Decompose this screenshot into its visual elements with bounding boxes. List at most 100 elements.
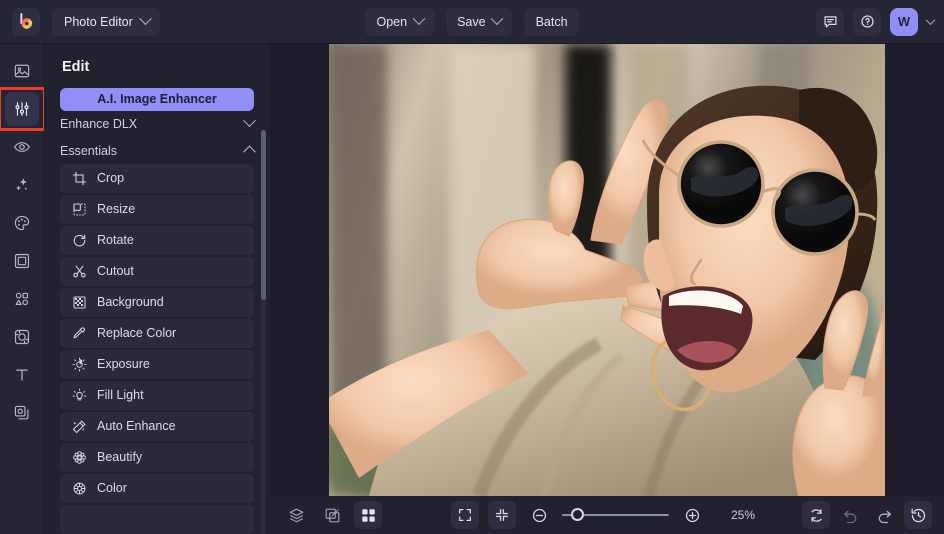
avatar-initial: W (898, 14, 910, 29)
text-icon (13, 366, 31, 384)
ai-image-enhancer-button[interactable]: A.I. Image Enhancer (60, 88, 254, 111)
resize-icon (72, 202, 87, 217)
zoom-slider-handle[interactable] (571, 508, 584, 521)
edited-photo[interactable] (329, 44, 885, 496)
image-canvas[interactable] (270, 44, 944, 496)
fit-screen-icon (494, 507, 510, 523)
sidebar-item-crop[interactable]: Crop (60, 164, 254, 193)
avatar[interactable]: W (890, 8, 918, 36)
app-menu-label: Photo Editor (64, 15, 133, 29)
fit-screen-button[interactable] (488, 501, 516, 529)
zoom-out-icon (531, 507, 548, 524)
sidebar-item-label: Resize (97, 202, 135, 216)
canvas-area: 25% (270, 44, 944, 534)
sidebar-item-replace-color[interactable]: Replace Color (60, 319, 254, 348)
rotate-icon (72, 233, 87, 248)
scissors-icon (72, 264, 87, 279)
chevron-down-icon (491, 12, 504, 25)
bottom-toolbar: 25% (270, 496, 944, 534)
chevron-down-icon (139, 12, 152, 25)
rail-item-overlays[interactable] (5, 320, 39, 354)
page-title: Edit (62, 59, 270, 75)
rail-item-artsy[interactable] (5, 206, 39, 240)
zoom-slider-track[interactable] (562, 514, 669, 516)
photo-editor-app: Photo Editor Open Save Batch (0, 0, 944, 534)
rail-item-image[interactable] (5, 54, 39, 88)
sidebar-scrollbar-thumb[interactable] (261, 130, 266, 300)
undo-button[interactable] (836, 501, 864, 529)
sidebar-item-background[interactable]: Background (60, 288, 254, 317)
crop-icon (72, 171, 87, 186)
help-button[interactable] (853, 8, 881, 36)
sidebar-item-color[interactable]: Color (60, 474, 254, 503)
compare-button[interactable] (318, 501, 346, 529)
app-menu-button[interactable]: Photo Editor (52, 8, 160, 36)
save-button[interactable]: Save (446, 8, 513, 36)
sidebar-item-label: Replace Color (97, 326, 176, 340)
history-controls (802, 501, 932, 529)
sidebar-item-exposure[interactable]: Exposure (60, 350, 254, 379)
sidebar-item-partial[interactable] (60, 505, 254, 534)
top-bar: Photo Editor Open Save Batch (0, 0, 944, 44)
section-enhance-dlx-label: Enhance DLX (60, 117, 137, 131)
batch-button[interactable]: Batch (525, 8, 579, 36)
flower-icon (72, 450, 87, 465)
exposure-icon (72, 357, 87, 372)
open-label: Open (376, 15, 407, 29)
sidebar-item-auto-enhance[interactable]: Auto Enhance (60, 412, 254, 441)
sidebar-item-fill-light[interactable]: Fill Light (60, 381, 254, 410)
rail-item-retouch[interactable] (5, 130, 39, 164)
eyedropper-icon (72, 326, 87, 341)
account-chevron-down-icon[interactable] (926, 15, 936, 25)
sidebar-item-label: Fill Light (97, 388, 144, 402)
fullscreen-button[interactable] (451, 501, 479, 529)
compare-icon (324, 507, 341, 524)
grid-button[interactable] (354, 501, 382, 529)
batch-label: Batch (536, 15, 568, 29)
sidebar-item-label: Color (97, 481, 127, 495)
sidebar-item-resize[interactable]: Resize (60, 195, 254, 224)
rail-item-effects[interactable] (5, 168, 39, 202)
sidebar-item-label: Auto Enhance (97, 419, 176, 433)
sidebar-item-rotate[interactable]: Rotate (60, 226, 254, 255)
frame-icon (13, 252, 31, 270)
befunky-logo[interactable] (12, 8, 40, 36)
section-essentials-label: Essentials (60, 144, 117, 158)
history-icon (910, 507, 927, 524)
image-icon (13, 62, 31, 80)
shapes-icon (13, 290, 31, 308)
rail-item-layers[interactable] (5, 396, 39, 430)
rail-item-edit[interactable] (5, 92, 39, 126)
reset-button[interactable] (802, 501, 830, 529)
save-label: Save (457, 15, 486, 29)
zoom-out-button[interactable] (525, 501, 553, 529)
magic-wand-icon (72, 419, 87, 434)
palette-icon (13, 214, 31, 232)
zoom-in-button[interactable] (678, 501, 706, 529)
layers-button[interactable] (282, 501, 310, 529)
eye-icon (13, 138, 31, 156)
zoom-slider[interactable] (562, 514, 669, 516)
chat-icon (823, 14, 838, 29)
color-wheel-icon (72, 481, 87, 496)
redo-button[interactable] (870, 501, 898, 529)
grid-icon (360, 507, 377, 524)
fullscreen-icon (457, 507, 473, 523)
sidebar-item-beautify[interactable]: Beautify (60, 443, 254, 472)
redo-icon (876, 507, 893, 524)
sidebar-scrollbar-track[interactable] (261, 130, 266, 534)
section-enhance-dlx[interactable]: Enhance DLX (60, 111, 254, 138)
chat-button[interactable] (816, 8, 844, 36)
history-button[interactable] (904, 501, 932, 529)
section-essentials[interactable]: Essentials (60, 137, 254, 164)
checkerboard-icon (72, 295, 87, 310)
sidebar-item-label: Rotate (97, 233, 134, 247)
reset-icon (808, 507, 825, 524)
rail-item-graphics[interactable] (5, 282, 39, 316)
befunky-logo-icon (17, 12, 36, 31)
sidebar-item-label: Exposure (97, 357, 150, 371)
open-button[interactable]: Open (365, 8, 434, 36)
rail-item-text[interactable] (5, 358, 39, 392)
sidebar-item-cutout[interactable]: Cutout (60, 257, 254, 286)
rail-item-frames[interactable] (5, 244, 39, 278)
